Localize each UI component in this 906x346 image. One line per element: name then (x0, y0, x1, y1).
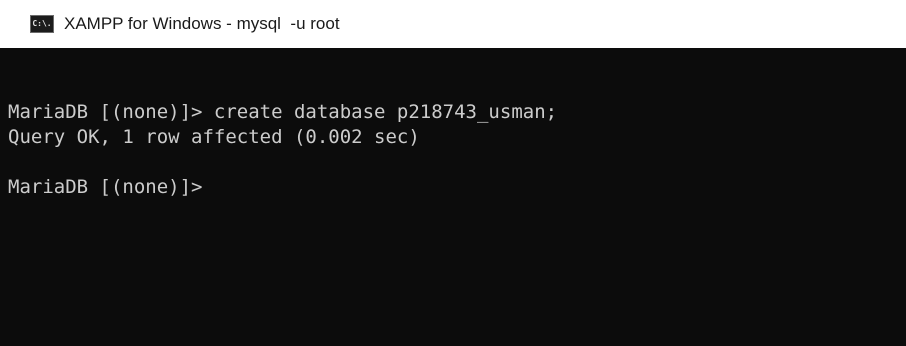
console-output: MariaDB [(none)]> create database p21874… (8, 100, 557, 200)
console-area[interactable]: MariaDB [(none)]> create database p21874… (0, 48, 906, 346)
console-line-result: Query OK, 1 row affected (0.002 sec) (8, 126, 420, 148)
console-line-command: MariaDB [(none)]> create database p21874… (8, 101, 558, 123)
console-app-icon: C:\. (30, 15, 54, 33)
title-bar[interactable]: C:\. XAMPP for Windows - mysql -u root (0, 0, 906, 48)
terminal-window: C:\. XAMPP for Windows - mysql -u root M… (0, 0, 906, 346)
window-title: XAMPP for Windows - mysql -u root (64, 14, 340, 33)
console-line-prompt[interactable]: MariaDB [(none)]> (8, 175, 557, 200)
